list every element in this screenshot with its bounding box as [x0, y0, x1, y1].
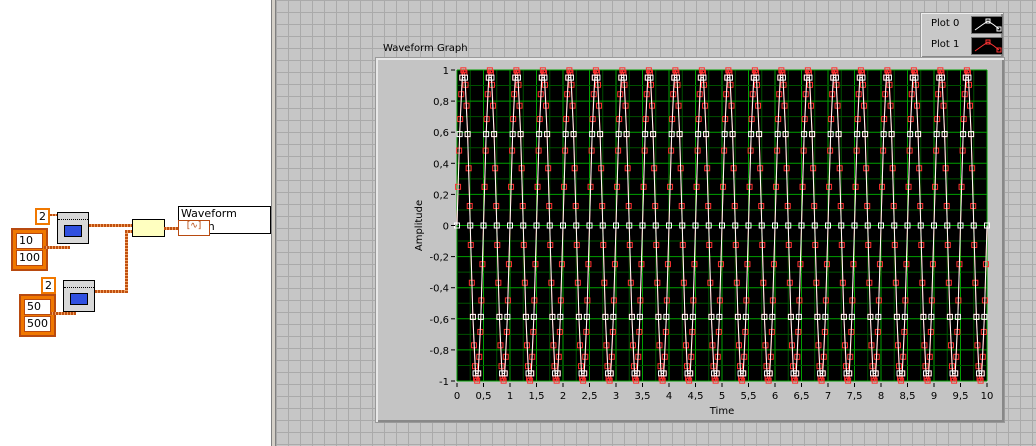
- x-tick-label: 9: [931, 391, 937, 402]
- y-tick-label: 1: [443, 66, 449, 77]
- x-tick-label: 1: [507, 391, 513, 402]
- y-tick-label: 0,6: [433, 128, 449, 139]
- y-tick-label: -0,8: [429, 346, 449, 357]
- x-tick-label: 6: [772, 391, 778, 402]
- y-tick-label: 0,2: [433, 190, 449, 201]
- x-tick-label: 4,5: [688, 391, 704, 402]
- y-axis-label: Amplitude: [414, 200, 425, 251]
- x-tick-label: 1,5: [529, 391, 545, 402]
- y-tick-label: -0,4: [429, 284, 449, 295]
- x-tick-label: 0,5: [476, 391, 492, 402]
- x-tick-label: 8: [878, 391, 884, 402]
- waveform-graph-plot[interactable]: 0 0,5 1 1,5 2 2,5 3 3,5 4 4,5 5 5,5 6 6,5 7 7,5 8 8,5 9 9,5…: [0, 0, 1036, 446]
- x-tick-label: 5: [719, 391, 725, 402]
- x-tick-label: 7: [825, 391, 831, 402]
- x-tick-label: 2: [560, 391, 566, 402]
- y-tick-label: -1: [439, 377, 449, 388]
- x-tick-label: 6,5: [794, 391, 810, 402]
- x-axis-label: Time: [709, 406, 734, 417]
- y-tick-label: 0: [443, 222, 449, 233]
- x-tick-label: 7,5: [847, 391, 863, 402]
- x-tick-label: 3: [613, 391, 619, 402]
- x-tick-label: 0: [454, 391, 460, 402]
- x-tick-label: 4: [666, 391, 672, 402]
- x-tick-label: 2,5: [582, 391, 598, 402]
- x-tick-label: 5,5: [741, 391, 757, 402]
- x-tick-label: 9,5: [953, 391, 969, 402]
- x-tick-label: 8,5: [900, 391, 916, 402]
- x-tick-label: 3,5: [635, 391, 651, 402]
- x-tick-label: 10: [981, 391, 994, 402]
- y-tick-label: -0,6: [429, 315, 449, 326]
- y-tick-label: 0,4: [433, 159, 449, 170]
- y-tick-label: -0,2: [429, 253, 449, 264]
- y-tick-label: 0,8: [433, 97, 449, 108]
